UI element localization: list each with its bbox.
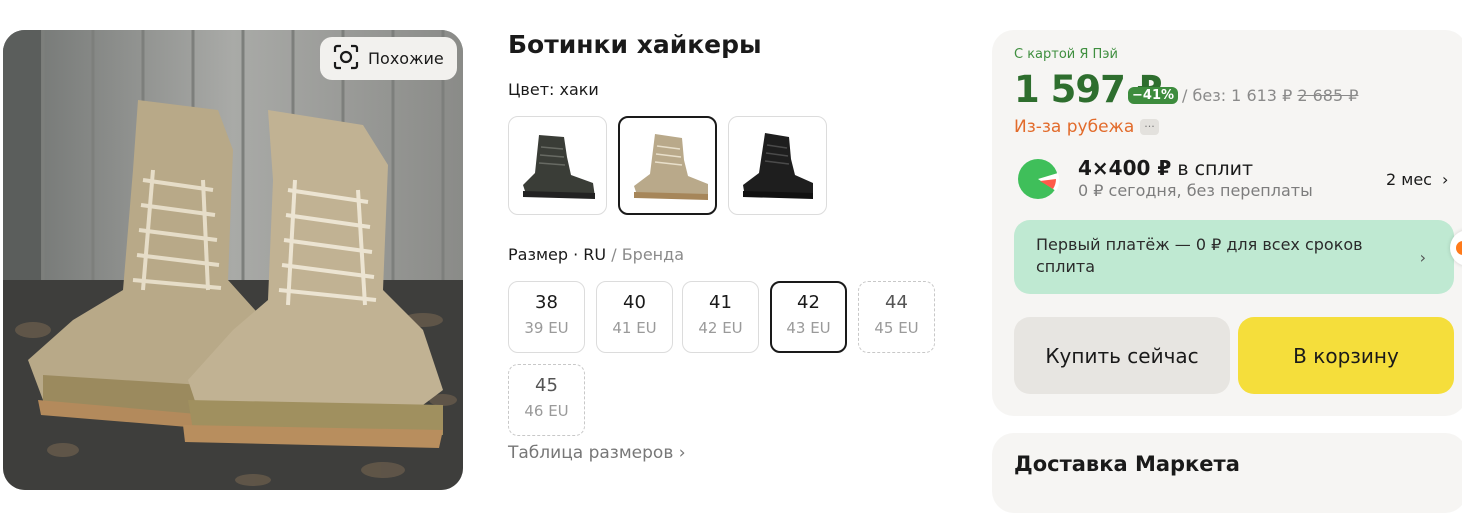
split-icon [1016,157,1060,201]
color-swatch-black[interactable] [728,116,827,215]
size-eu: 45 EU [874,319,919,337]
split-amount: 4×400 ₽ [1078,156,1172,180]
color-swatch-khaki[interactable] [618,116,717,215]
size-ru: 41 [709,292,732,313]
origin-label: Из-за рубежа ··· [1014,117,1159,137]
size-option-38[interactable]: 38 39 EU [508,281,585,353]
color-label: Цвет: хаки [508,80,599,99]
card-price-label: С картой Я Пэй [1014,47,1118,62]
size-table-link[interactable]: Таблица размеров › [508,443,686,463]
size-header-sep: / [606,245,622,264]
size-system-ru[interactable]: RU [583,245,606,264]
size-ru: 44 [885,292,908,313]
split-suffix: в сплит [1171,158,1254,180]
origin-more-button[interactable]: ··· [1140,119,1159,135]
similar-label: Похожие [368,49,444,68]
promo-text: Первый платёж — 0 ₽ для всех сроков спли… [1036,235,1363,276]
size-option-40[interactable]: 40 41 EU [596,281,673,353]
origin-text: Из-за рубежа [1014,117,1135,137]
size-eu: 41 EU [612,319,657,337]
split-term-selector[interactable]: 2 мес › [1386,170,1448,189]
discount-badge: −41% [1128,87,1179,104]
size-ru: 45 [535,375,558,396]
size-option-41[interactable]: 41 42 EU [682,281,759,353]
chevron-right-icon: › [1419,248,1426,267]
size-eu: 46 EU [524,402,569,420]
size-ru: 38 [535,292,558,313]
camera-search-icon [332,43,360,75]
chevron-right-icon: › [1441,170,1449,189]
size-header: Размер · RU / Бренда [508,245,684,264]
size-eu: 42 EU [698,319,743,337]
split-months: 2 мес [1386,170,1432,189]
split-promo-banner[interactable]: Первый платёж — 0 ₽ для всех сроков спли… [1014,220,1454,294]
split-offer: 4×400 ₽ в сплит [1078,156,1253,180]
product-photo[interactable] [3,30,463,490]
buy-now-button[interactable]: Купить сейчас [1014,317,1230,394]
add-to-cart-button[interactable]: В корзину [1238,317,1454,394]
size-ru: 40 [623,292,646,313]
size-header-prefix: Размер · [508,245,584,264]
similar-button[interactable]: Похожие [320,37,457,80]
size-eu: 39 EU [524,319,569,337]
size-option-45[interactable]: 45 46 EU [508,364,585,436]
delivery-title: Доставка Маркета [1014,452,1240,476]
color-swatch-black-olive[interactable] [508,116,607,215]
size-option-42[interactable]: 42 43 EU [770,281,847,353]
size-option-44[interactable]: 44 45 EU [858,281,935,353]
old-price-prefix: / без: 1 613 ₽ [1182,86,1293,105]
old-price-crossed: 2 685 ₽ [1297,86,1359,105]
size-ru: 42 [797,292,820,313]
size-eu: 43 EU [786,319,831,337]
old-price: / без: 1 613 ₽ 2 685 ₽ [1182,86,1358,105]
size-system-brand[interactable]: Бренда [622,245,684,264]
product-title: Ботинки хайкеры [508,30,762,59]
split-subtitle: 0 ₽ сегодня, без переплаты [1078,181,1313,200]
